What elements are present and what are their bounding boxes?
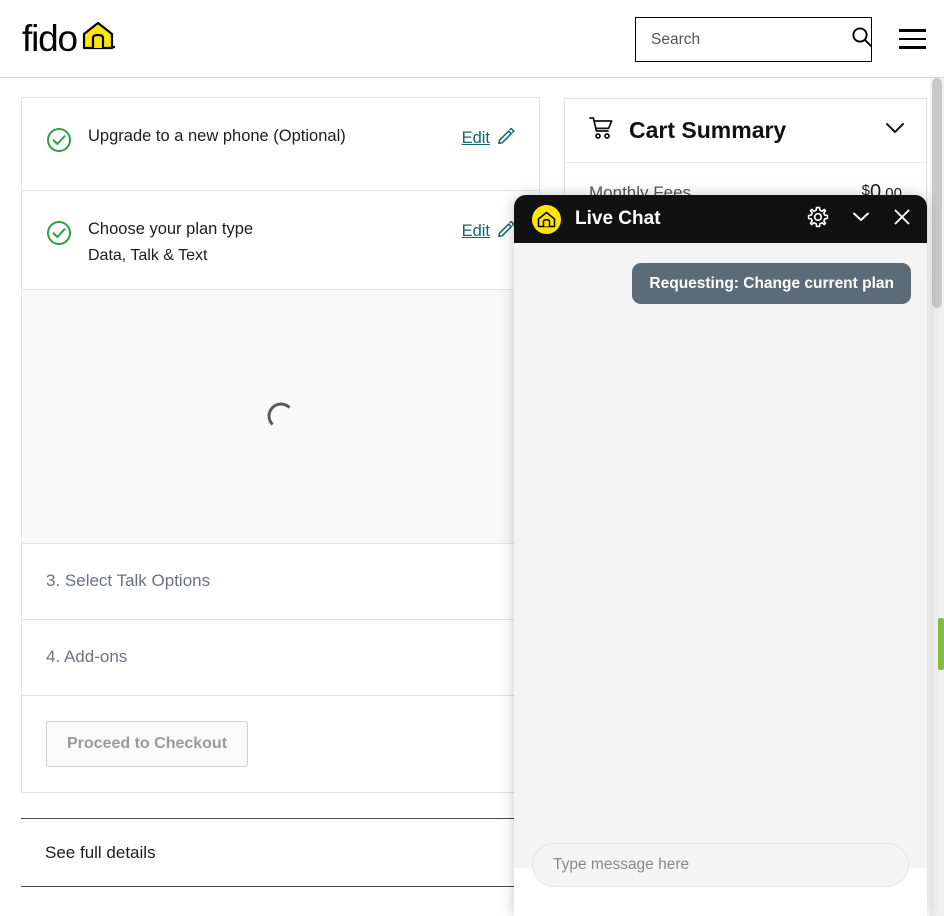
chat-message-input[interactable] (553, 856, 888, 874)
edit-step-1-button[interactable]: Edit (462, 127, 515, 150)
chat-input-wrapper[interactable] (532, 843, 909, 887)
chat-message-row: Requesting: Change current plan (530, 263, 911, 305)
checkout-step-4[interactable]: 4. Add-ons (21, 619, 540, 696)
hamburger-menu-icon[interactable] (899, 29, 926, 49)
checkout-step-3[interactable]: 3. Select Talk Options (21, 543, 540, 620)
step-label: 4. Add-ons (46, 647, 128, 667)
gear-icon[interactable] (807, 206, 829, 233)
checkout-step-1: Upgrade to a new phone (Optional) Edit (21, 97, 540, 191)
step-row: Upgrade to a new phone (Optional) Edit (22, 98, 539, 190)
plan-loading-region (21, 289, 540, 544)
see-full-details-label: See full details (45, 842, 156, 862)
fido-house-icon (532, 204, 561, 234)
step-subtitle: Data, Talk & Text (88, 246, 208, 264)
shopping-cart-icon (589, 116, 614, 145)
proceed-to-checkout-button[interactable]: Proceed to Checkout (46, 720, 249, 767)
chevron-down-icon[interactable] (851, 210, 871, 228)
page-root: fido Search Upgrade to a new phone (Opti… (0, 0, 944, 916)
live-chat-title: Live Chat (575, 208, 661, 229)
checkout-steps-column: Upgrade to a new phone (Optional) Edit C… (21, 97, 540, 793)
live-chat-widget: Live Chat Requesting: Change current pla… (514, 195, 927, 916)
logo-text: fido (22, 18, 78, 59)
check-circle-icon (46, 127, 72, 158)
edit-label: Edit (461, 129, 490, 147)
checkout-step-2: Choose your plan type Data, Talk & Text … (21, 191, 540, 290)
close-icon[interactable] (893, 208, 911, 231)
site-header: fido (0, 0, 944, 78)
search-input[interactable] (651, 30, 851, 49)
page-scrollbar[interactable] (930, 78, 944, 916)
cart-summary-title: Cart Summary (629, 117, 787, 143)
cart-summary-header[interactable]: Cart Summary (565, 99, 926, 163)
pencil-icon (497, 220, 515, 243)
feedback-tab[interactable] (938, 618, 944, 670)
chevron-down-icon[interactable] (884, 121, 906, 140)
step-title: Choose your plan type (88, 220, 254, 238)
live-chat-header: Live Chat (514, 195, 927, 243)
edit-label: Edit (461, 222, 490, 240)
see-full-details-section[interactable]: See full details (21, 818, 540, 887)
live-chat-actions (807, 206, 911, 233)
checkout-action-zone: Proceed to Checkout (21, 695, 540, 793)
live-chat-messages: Requesting: Change current plan (514, 243, 927, 868)
live-chat-footer (514, 843, 927, 916)
house-icon (81, 20, 116, 55)
fido-logo[interactable]: fido (22, 18, 116, 59)
step-label: 3. Select Talk Options (46, 571, 211, 591)
check-circle-icon (46, 220, 72, 251)
step-title: Upgrade to a new phone (Optional) (88, 127, 346, 145)
step-row: Choose your plan type Data, Talk & Text … (22, 191, 539, 289)
search-icon[interactable] (851, 26, 873, 53)
pencil-icon (497, 127, 515, 150)
search-box[interactable] (635, 17, 872, 62)
page-scrollbar-thumb[interactable] (932, 78, 942, 308)
spinner-icon (267, 402, 294, 430)
edit-step-2-button[interactable]: Edit (462, 220, 515, 243)
chat-message-bubble: Requesting: Change current plan (632, 263, 911, 305)
